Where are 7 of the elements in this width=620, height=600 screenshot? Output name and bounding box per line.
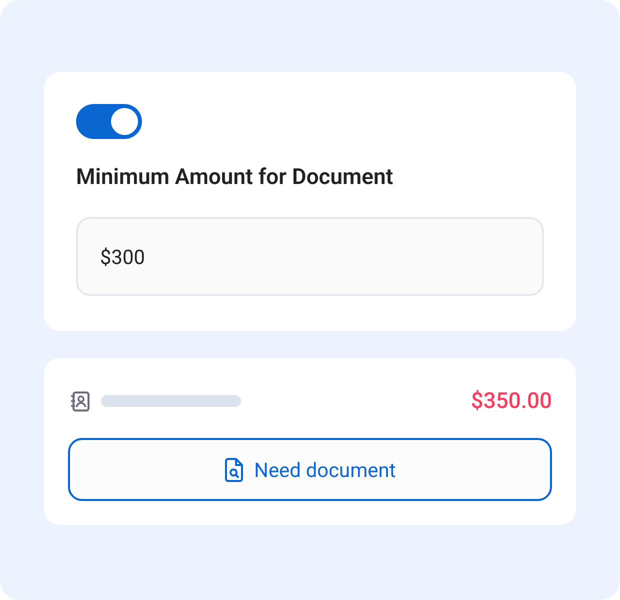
toggle-switch[interactable]	[76, 104, 142, 139]
amount-text: $350.00	[470, 388, 552, 414]
need-document-button[interactable]: Need document	[68, 438, 552, 501]
contact-book-icon	[70, 390, 91, 412]
document-search-icon	[224, 458, 244, 482]
section-title: Minimum Amount for Document	[76, 164, 394, 192]
amount-input-field[interactable]: $300	[76, 217, 544, 296]
